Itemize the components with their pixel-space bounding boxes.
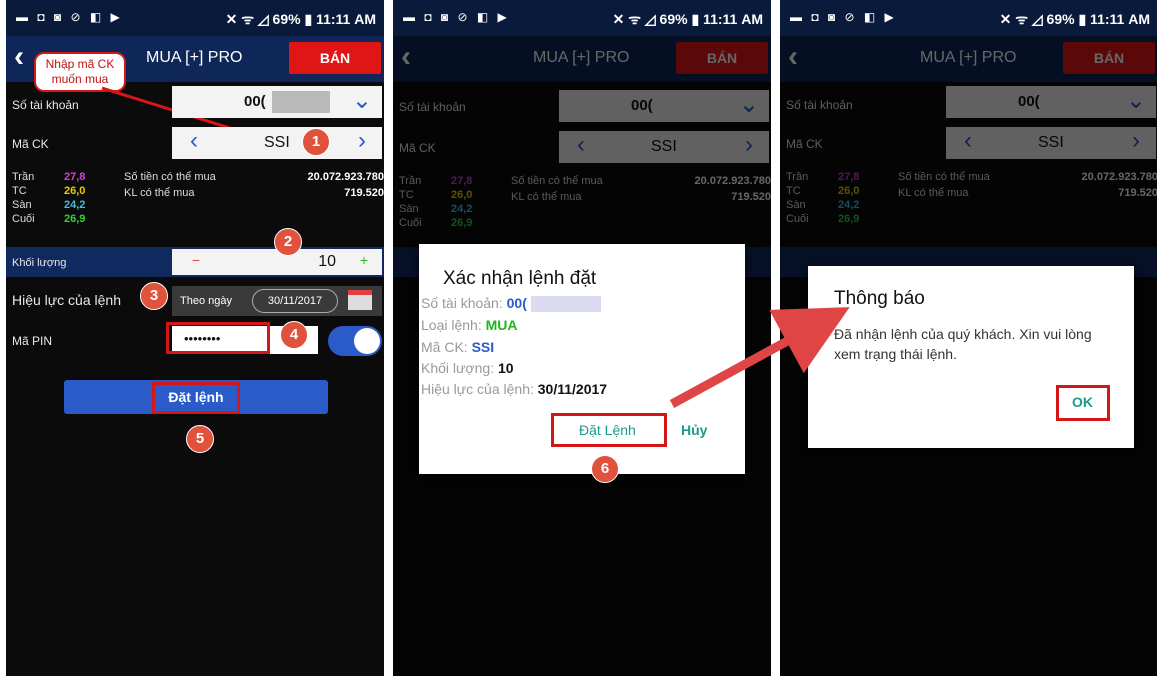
flow-arrow-icon bbox=[669, 307, 850, 408]
